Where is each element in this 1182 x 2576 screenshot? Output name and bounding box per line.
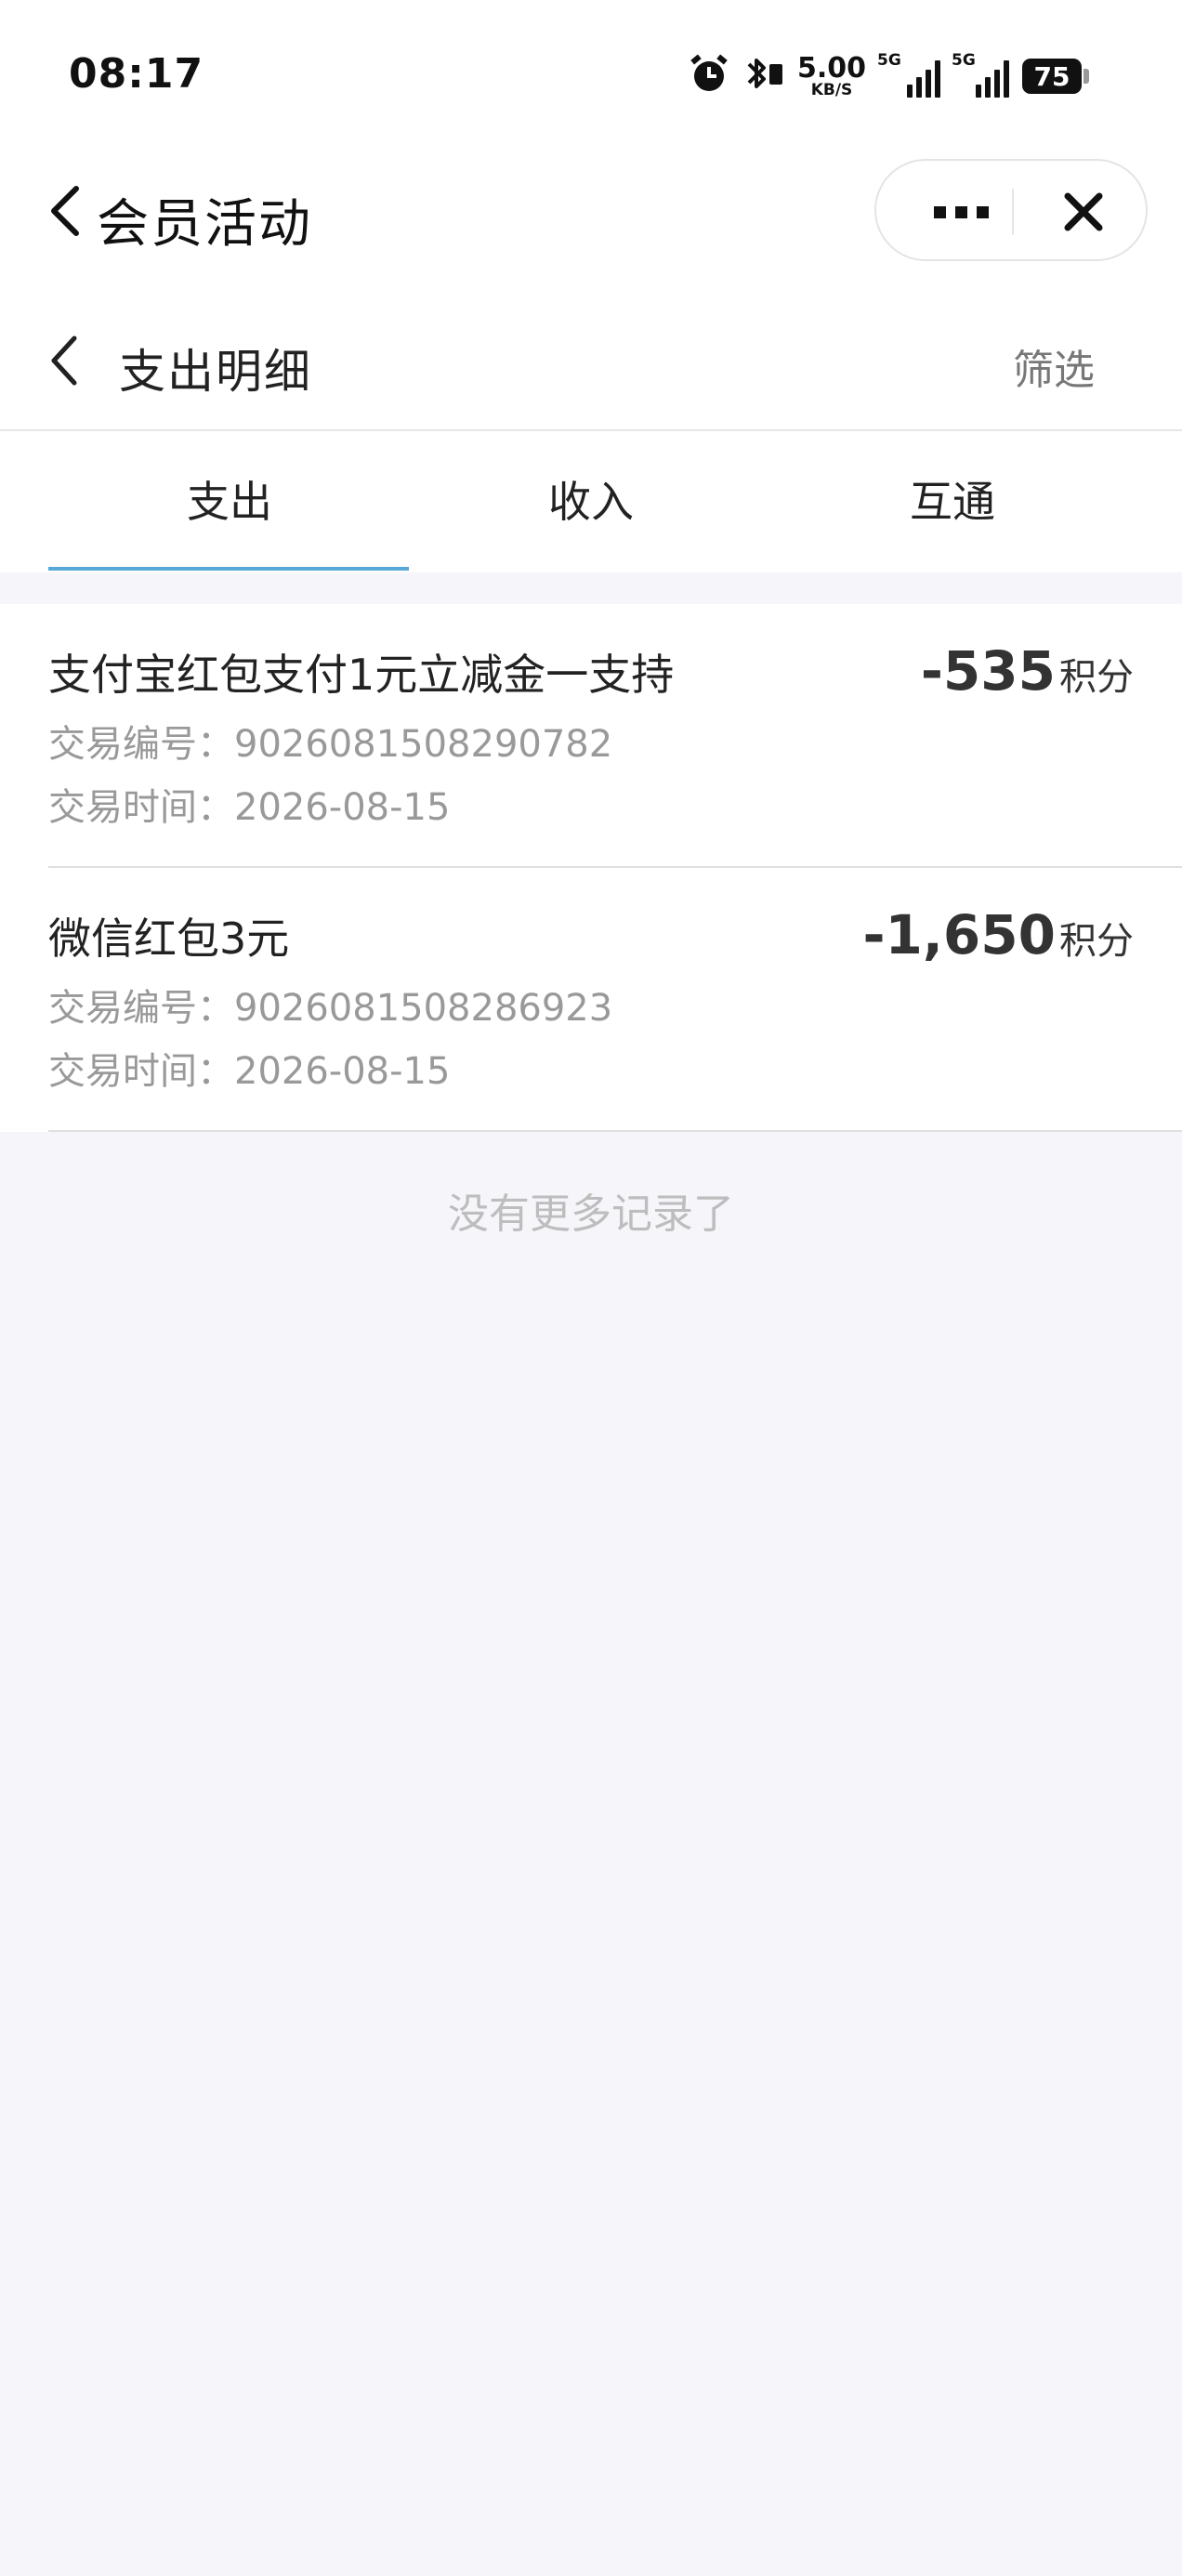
more-options-icon[interactable] xyxy=(919,198,1003,226)
record-id: 交易编号：9026081508286923 xyxy=(48,987,613,1030)
record-id: 交易编号：9026081508290782 xyxy=(48,723,613,766)
record-time: 交易时间：2026-08-15 xyxy=(48,1050,451,1093)
close-icon[interactable] xyxy=(1060,189,1107,235)
row-divider xyxy=(48,1130,1182,1132)
page-title: 支出明细 xyxy=(119,345,312,399)
capsule-divider xyxy=(1012,189,1014,235)
network-speed: 5.00 KB/S xyxy=(796,51,866,99)
bluetooth-icon xyxy=(743,53,784,99)
speed-unit: KB/S xyxy=(810,80,853,99)
tab-bar: 支出 收入 互通 xyxy=(0,431,1182,572)
mini-app-back-icon[interactable] xyxy=(46,183,84,239)
signal-2-icon: 5G xyxy=(952,51,1009,98)
alarm-icon xyxy=(688,53,730,99)
record-title: 微信红包3元 xyxy=(48,913,290,964)
signal-1-icon: 5G xyxy=(877,51,940,98)
speed-value: 5.00 xyxy=(796,51,866,85)
status-icons: 5.00 KB/S 5G 5G 75 xyxy=(688,51,1089,100)
mini-app-capsule xyxy=(874,159,1148,261)
active-tab-indicator xyxy=(48,567,409,571)
status-time: 08:17 xyxy=(69,50,204,98)
tab-income[interactable]: 收入 xyxy=(410,468,772,530)
amount-value: -535 xyxy=(920,639,1056,703)
no-more-records: 没有更多记录了 xyxy=(448,1190,734,1238)
record-title: 支付宝红包支付1元立减金一支持 xyxy=(48,650,675,700)
signal-1-tag: 5G xyxy=(877,51,901,70)
battery-level: 75 xyxy=(1022,59,1082,94)
record-time: 交易时间：2026-08-15 xyxy=(48,786,451,829)
list-item[interactable]: 支付宝红包支付1元立减金一支持 交易编号：9026081508290782 交易… xyxy=(0,604,1182,868)
signal-2-tag: 5G xyxy=(952,51,976,70)
record-list: 支付宝红包支付1元立减金一支持 交易编号：9026081508290782 交易… xyxy=(0,604,1182,1132)
record-amount: -1,650 积分 xyxy=(862,903,1134,966)
amount-value: -1,650 xyxy=(862,903,1056,966)
tab-expense[interactable]: 支出 xyxy=(48,468,411,530)
tab-interchange[interactable]: 互通 xyxy=(771,468,1134,530)
filter-button[interactable]: 筛选 xyxy=(1013,336,1095,396)
record-amount: -535 积分 xyxy=(921,639,1134,703)
amount-unit: 积分 xyxy=(1059,656,1134,699)
amount-unit: 积分 xyxy=(1059,920,1134,963)
page-back-icon[interactable] xyxy=(46,333,80,388)
battery-icon: 75 xyxy=(1022,59,1089,94)
mini-app-title: 会员活动 xyxy=(97,194,312,255)
list-item[interactable]: 微信红包3元 交易编号：9026081508286923 交易时间：2026-0… xyxy=(0,868,1182,1132)
